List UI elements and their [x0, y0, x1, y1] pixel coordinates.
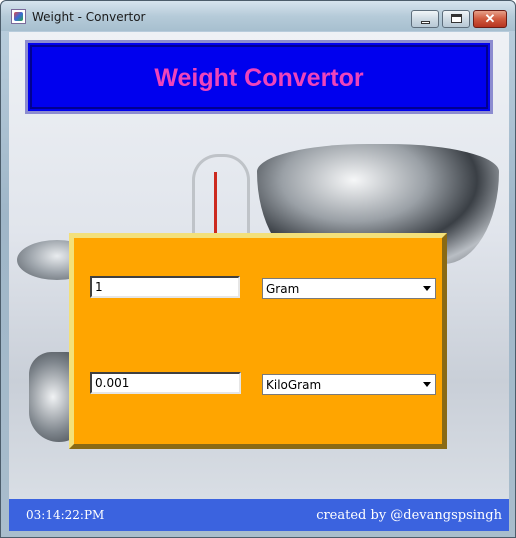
- output-value-field[interactable]: [90, 372, 241, 394]
- credit-label: created by @devangspsingh: [316, 508, 502, 523]
- header-panel: Weight Convertor: [25, 40, 493, 114]
- maximize-button[interactable]: [442, 10, 470, 28]
- title-bar[interactable]: Weight - Convertor ✕: [1, 1, 515, 31]
- minimize-button[interactable]: [411, 10, 439, 28]
- output-unit-value: KiloGram: [266, 378, 322, 392]
- app-icon[interactable]: [11, 9, 26, 24]
- client-area: Weight Convertor Gram KiloGram 03:14:22:…: [9, 32, 509, 531]
- dropdown-arrow-icon: [423, 286, 431, 291]
- app-heading: Weight Convertor: [154, 64, 364, 92]
- background-scale-needle: [214, 172, 217, 242]
- dropdown-arrow-icon: [423, 382, 431, 387]
- output-unit-select[interactable]: KiloGram: [262, 374, 436, 395]
- input-value-field[interactable]: [90, 276, 240, 298]
- window-title: Weight - Convertor: [32, 10, 146, 24]
- converter-panel: Gram KiloGram: [69, 233, 447, 449]
- close-button[interactable]: ✕: [473, 10, 507, 28]
- close-icon: ✕: [484, 11, 496, 26]
- clock-label: 03:14:22:PM: [26, 508, 105, 522]
- status-bar: 03:14:22:PM created by @devangspsingh: [9, 499, 509, 531]
- input-unit-value: Gram: [266, 282, 300, 296]
- input-unit-select[interactable]: Gram: [262, 278, 436, 299]
- app-window: Weight - Convertor ✕ Weight Convertor Gr…: [0, 0, 516, 538]
